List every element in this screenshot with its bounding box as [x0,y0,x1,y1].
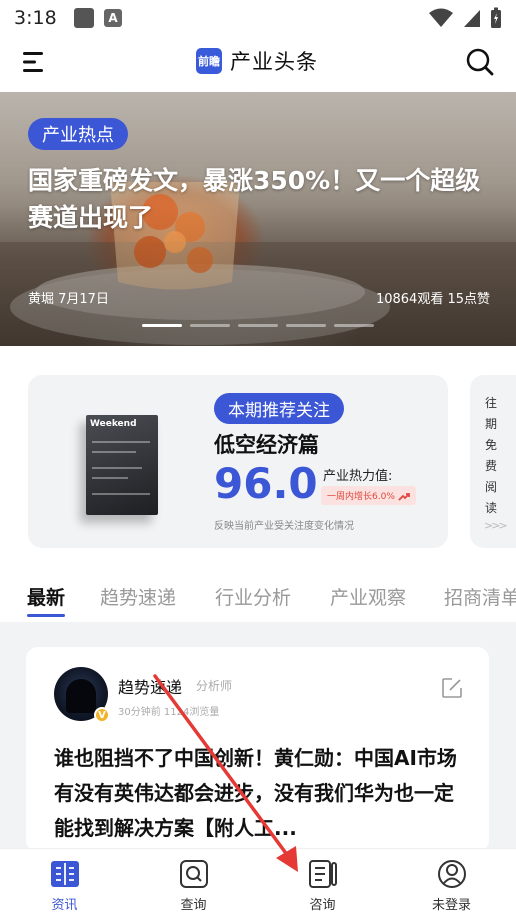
carousel-dot[interactable] [238,324,278,327]
nav-consult-label: 咨询 [309,898,336,913]
tab-investment-list[interactable]: 招商清单 [444,583,516,610]
carousel-dot[interactable] [286,324,326,327]
nav-news-label: 资讯 [51,898,78,913]
nav-query[interactable]: 查询 [129,849,258,919]
hero-author-date: 黄堀 7月17日 [28,292,109,307]
user-icon [437,860,466,888]
magazine-line [92,493,150,495]
tab-industry-observation[interactable]: 产业观察 [330,583,406,610]
hero-stats: 10864观看 15点赞 [375,292,490,307]
past-reading-card[interactable]: 往期免费阅读 >>> [470,375,516,548]
hero-title[interactable]: 国家重磅发文，暴涨350%！又一个超级赛道出现了 [28,162,498,236]
news-icon [50,861,79,887]
heat-score: 96.0 [214,459,318,508]
carousel-dot[interactable] [190,324,230,327]
keyboard-icon: A [104,9,122,27]
magazine-line [92,441,150,443]
edit-icon[interactable] [441,677,463,699]
tab-industry-analysis[interactable]: 行业分析 [215,583,291,610]
hero-banner[interactable]: 产业热点 国家重磅发文，暴涨350%！又一个超级赛道出现了 黄堀 7月17日 1… [0,92,516,346]
heat-growth-text: 一周内增长6.0% [327,492,395,502]
recommend-tag: 本期推荐关注 [214,393,344,424]
tab-latest[interactable]: 最新 [27,583,65,610]
battery-icon [491,7,501,28]
post-meta: 30分钟前 1124浏览量 [118,707,220,718]
hacker-silhouette [66,679,96,713]
consult-icon [308,860,337,888]
heat-label: 产业热力值: [323,469,393,484]
search-icon[interactable] [466,48,494,76]
query-icon [179,860,208,888]
menu-icon[interactable] [22,50,48,74]
status-indicators [428,7,502,29]
article-card[interactable]: V 趋势速递 分析师 30分钟前 1124浏览量 谁也阻挡不了中国创新！黄仁勋：… [26,647,489,852]
status-time: 3:18 [14,7,57,29]
carousel-dot[interactable] [334,324,374,327]
carousel-indicator [142,324,374,327]
author-role: 分析师 [196,679,233,693]
carousel-dot[interactable] [142,324,182,327]
magazine-line [92,467,142,469]
trend-up-icon [398,492,410,501]
status-bar: 3:18 A [0,0,516,36]
cellular-icon [464,10,480,27]
recommend-title: 低空经济篇 [214,433,319,457]
active-tab-indicator [27,614,65,617]
recommend-desc: 反映当前产业受关注度变化情况 [214,521,354,532]
magazine-line [92,477,128,479]
past-reading-label: 往期免费阅读 [485,396,498,515]
author-name[interactable]: 趋势速递 [118,674,182,698]
verified-badge-icon: V [94,707,110,723]
notification-icon [74,8,94,28]
chevrons-right-icon: >>> [484,519,508,532]
nav-user-label: 未登录 [431,898,471,913]
heat-growth-badge: 一周内增长6.0% [321,486,416,505]
top-bar: 前瞻 产业头条 [0,40,516,84]
tab-trends[interactable]: 趋势速递 [100,583,176,610]
magazine-cover: Weekend [86,415,158,515]
brand: 前瞻 产业头条 [196,46,318,76]
nav-query-label: 查询 [180,898,207,913]
article-title[interactable]: 谁也阻挡不了中国创新！黄仁勋：中国AI市场有没有英伟达都会进步，没有我们华为也一… [54,741,466,846]
magazine-label: Weekend [90,419,137,429]
wifi-icon [429,8,453,27]
hero-tag: 产业热点 [28,118,128,150]
bottom-nav: 资讯 查询 咨询 未登录 [0,848,516,919]
nav-user[interactable]: 未登录 [387,849,516,919]
recommend-card[interactable]: Weekend 本期推荐关注 低空经济篇 96.0 产业热力值: 一周内增长6.… [28,375,448,548]
category-tabs: 最新 趋势速递 行业分析 产业观察 招商清单 [0,583,516,623]
nav-news[interactable]: 资讯 [0,849,129,919]
magazine-line [92,451,136,453]
nav-consult[interactable]: 咨询 [258,849,387,919]
page-title: 产业头条 [230,50,318,74]
brand-logo: 前瞻 [196,48,222,74]
